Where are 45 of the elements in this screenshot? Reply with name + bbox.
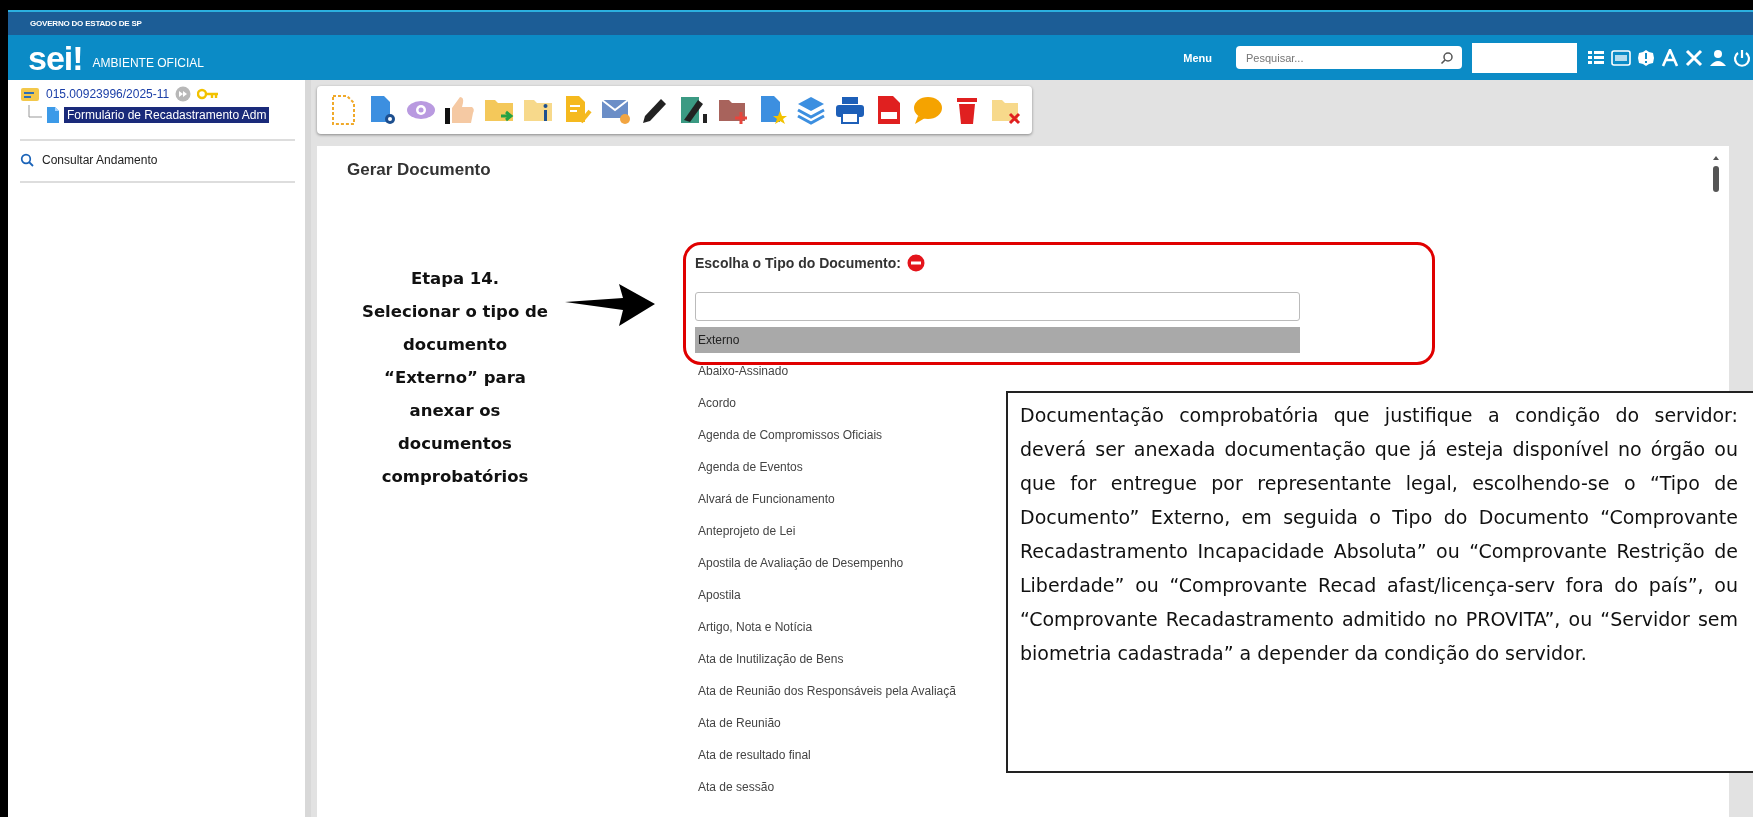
document-type-option[interactable]: Acordo (695, 387, 737, 419)
document-type-option[interactable]: Abaixo-Assinado (695, 355, 789, 387)
document-type-option[interactable]: Ata de resultado final (695, 739, 811, 771)
step-annotation: Etapa 14. Selecionar o tipo de documento “Externo” para anexar os documentos comprobatórios (361, 268, 549, 488)
sidebar-link[interactable]: Consultar Andamento (42, 153, 158, 167)
process-folder-icon[interactable] (20, 86, 40, 102)
scrollbar-drawing[interactable] (1711, 154, 1721, 194)
document-type-option[interactable]: Apostila (695, 579, 741, 611)
font-size-icon[interactable] (1661, 48, 1679, 67)
document-type-field[interactable] (695, 292, 1300, 321)
power-icon[interactable] (1733, 48, 1751, 67)
document-type-option[interactable]: Agenda de Compromissos Oficiais (695, 419, 883, 451)
government-label: GOVERNO DO ESTADO DE SP (30, 19, 142, 29)
page-title: Gerar Documento (347, 160, 492, 180)
environment-label: AMBIENTE OFICIAL (92, 55, 204, 70)
search-icon[interactable] (1440, 50, 1454, 65)
process-number-link[interactable]: 015.00923996/2025-11 (46, 87, 170, 101)
document-type-option[interactable]: Agenda de Eventos (695, 451, 803, 483)
document-type-option[interactable]: Artigo, Nota e Notícia (695, 611, 813, 643)
menu-link[interactable]: Menu (1183, 51, 1212, 64)
thumb-icon[interactable] (444, 94, 476, 126)
document-type-option[interactable]: Anteprojeto de Lei (695, 515, 796, 547)
remove-icon[interactable] (906, 254, 925, 272)
speech-icon[interactable] (912, 94, 944, 126)
note-text: Documentação comprobatória que justifique a condição do servidor: deverá ser anexada documentação que já esteja disponível no órgão ou que for entregue por representante legal, escolhendo-se o “Tipo de Documento” Externo, em seguida o Tipo do Documento “Comprovante Recadastramento Incapacidade Absoluta” ou “Comprovante Restrição de Liberdade” ou “Comprovante Recad afast/licença-serv fora do país”, ou “Comprovante Recadastramento admitido no PROVITA”, ou “Servidor sem biometria cadastrada” a depender da condição do servidor. (1020, 403, 1738, 666)
layers-icon[interactable] (795, 94, 827, 126)
user-icon[interactable] (1709, 48, 1727, 67)
forward-circle-icon[interactable] (175, 86, 192, 102)
document-type-option[interactable]: Ata de sessão (695, 771, 775, 803)
unit-field[interactable] (1472, 42, 1577, 73)
document-type-option[interactable]: Ata de Reunião (695, 707, 781, 739)
document-icon[interactable] (46, 106, 60, 124)
printer-icon[interactable] (834, 94, 866, 126)
document-type-option[interactable]: Alvará de Funcionamento (695, 483, 835, 515)
document-type-option[interactable]: Ata de Reunião dos Responsáveis pela Avaliaçã (695, 675, 956, 707)
logo[interactable]: sei! (28, 40, 83, 75)
document-type-option[interactable]: Externo (695, 327, 1300, 353)
list-icon[interactable] (1587, 48, 1605, 67)
document-type-option[interactable]: Apostila de Avaliação de Desempenho (695, 547, 904, 579)
alert-badge-icon[interactable] (1637, 48, 1655, 67)
document-type-option[interactable]: Ata de Inutilização de Bens (695, 643, 844, 675)
search-field[interactable]: Pesquisar... (1236, 46, 1462, 70)
field-label: Escolha o Tipo do Documento: (695, 255, 901, 271)
search-icon[interactable] (20, 153, 34, 167)
document-link[interactable]: Formulário de Recadastramento Adm (64, 107, 270, 123)
